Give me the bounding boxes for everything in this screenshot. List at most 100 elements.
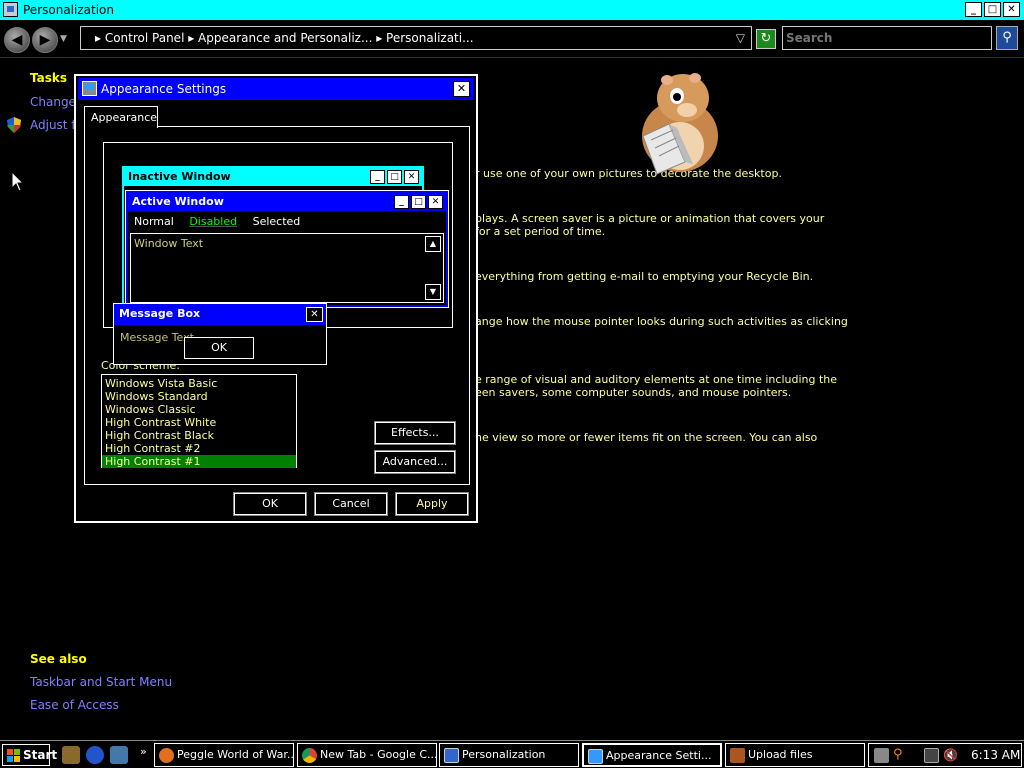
cancel-button[interactable]: Cancel bbox=[314, 492, 388, 516]
scheme-option-windows-standard[interactable]: Windows Standard bbox=[102, 390, 296, 403]
taskbar-item-chrome[interactable]: New Tab - Google C... bbox=[297, 743, 437, 767]
message-box-title: Message Box bbox=[119, 307, 201, 320]
start-label: Start bbox=[23, 748, 58, 762]
quick-launch-app-icon[interactable] bbox=[62, 746, 80, 764]
sounds-description: everything from getting e-mail to emptyi… bbox=[475, 270, 814, 283]
message-box-title-bar: Message Box bbox=[114, 304, 326, 325]
effects-button[interactable]: Effects... bbox=[374, 421, 456, 445]
window-title: Personalization bbox=[23, 3, 114, 17]
search-tray-icon[interactable]: ⚲ bbox=[893, 748, 908, 763]
personalization-icon bbox=[3, 2, 18, 17]
shield-icon bbox=[7, 117, 21, 133]
forward-arrow-icon: ▶ bbox=[39, 32, 51, 48]
recent-pages-dropdown[interactable]: ▼ bbox=[60, 34, 67, 44]
maximize-button[interactable]: □ bbox=[984, 2, 1001, 17]
screen-saver-description-2: for a set period of time. bbox=[475, 225, 606, 238]
scheme-option-high-contrast-2[interactable]: High Contrast #2 bbox=[102, 442, 296, 455]
theme-description: e range of visual and auditory elements … bbox=[475, 373, 838, 386]
menu-disabled: Disabled bbox=[189, 215, 238, 228]
taskbar: Start » Peggle World of War... New Tab -… bbox=[0, 740, 1024, 768]
search-input[interactable] bbox=[782, 26, 992, 50]
see-also-heading: See also bbox=[30, 652, 87, 666]
ease-of-access-link[interactable]: Ease of Access bbox=[30, 698, 119, 712]
scroll-up-icon: ▲ bbox=[425, 236, 441, 252]
inactive-window-title-bar: Inactive Window _ □ ✕ bbox=[124, 168, 422, 186]
maximize-icon: □ bbox=[411, 195, 426, 209]
refresh-button[interactable]: ↻ bbox=[756, 29, 776, 49]
window-title-bar: Personalization _ □ ✕ bbox=[0, 0, 1024, 20]
advanced-button[interactable]: Advanced... bbox=[374, 450, 456, 474]
dialog-close-button[interactable]: ✕ bbox=[453, 81, 470, 97]
minimize-button[interactable]: _ bbox=[965, 2, 982, 17]
close-icon: ✕ bbox=[404, 170, 419, 184]
scheme-option-windows-vista-basic[interactable]: Windows Vista Basic bbox=[102, 377, 296, 390]
system-tray: ⚲ 🔇 6:13 AM bbox=[868, 743, 1022, 767]
preview-menu-bar: Normal Disabled Selected bbox=[134, 215, 312, 228]
scheme-option-high-contrast-1[interactable]: High Contrast #1 bbox=[102, 455, 296, 468]
back-button[interactable]: ◀ bbox=[4, 27, 30, 53]
scheme-preview: Inactive Window _ □ ✕ Active Window _ □ … bbox=[103, 142, 453, 328]
clock[interactable]: 6:13 AM bbox=[971, 748, 1020, 762]
mouse-pointers-description: ange how the mouse pointer looks during … bbox=[475, 315, 848, 328]
personalization-icon bbox=[444, 748, 459, 763]
quick-launch-more-button[interactable]: » bbox=[140, 745, 147, 758]
theme-description-2: een savers, some computer sounds, and mo… bbox=[475, 386, 792, 399]
apply-button[interactable]: Apply bbox=[395, 492, 469, 516]
display-icon bbox=[82, 81, 97, 96]
taskbar-item-label: Appearance Setti... bbox=[606, 749, 712, 762]
screen-saver-description: plays. A screen saver is a picture or an… bbox=[475, 212, 825, 225]
minimize-icon: _ bbox=[394, 195, 409, 209]
taskbar-start-menu-link[interactable]: Taskbar and Start Menu bbox=[30, 675, 172, 689]
hamster-reading-image bbox=[642, 73, 718, 175]
taskbar-item-label: Upload files bbox=[748, 748, 813, 761]
taskbar-item-label: New Tab - Google C... bbox=[320, 748, 437, 761]
address-toolbar: ◀ ▶ ▼ ▸ Control Panel ▸ Appearance and P… bbox=[0, 20, 1024, 58]
inactive-window-title: Inactive Window bbox=[128, 170, 231, 183]
message-box-ok-button: OK bbox=[184, 337, 254, 359]
close-button[interactable]: ✕ bbox=[1003, 2, 1020, 17]
volume-muted-icon[interactable]: 🔇 bbox=[943, 748, 958, 763]
display-icon bbox=[588, 749, 603, 764]
network-app-icon[interactable] bbox=[874, 748, 889, 763]
upload-icon bbox=[730, 748, 745, 763]
start-button[interactable]: Start bbox=[2, 744, 57, 766]
taskbar-item-personalization[interactable]: Personalization bbox=[439, 743, 579, 767]
taskbar-item-peggle[interactable]: Peggle World of War... bbox=[154, 743, 294, 767]
windows-logo-icon bbox=[7, 749, 20, 762]
dialog-title: Appearance Settings bbox=[101, 82, 227, 96]
chrome-icon bbox=[302, 748, 317, 763]
back-arrow-icon: ◀ bbox=[11, 32, 23, 48]
scheme-option-windows-classic[interactable]: Windows Classic bbox=[102, 403, 296, 416]
scroll-down-icon: ▼ bbox=[425, 284, 441, 300]
search-icon: ⚲ bbox=[1002, 30, 1012, 45]
mouse-cursor-icon bbox=[12, 172, 24, 192]
scheme-option-high-contrast-black[interactable]: High Contrast Black bbox=[102, 429, 296, 442]
breadcrumb[interactable]: ▸ Control Panel ▸ Appearance and Persona… bbox=[80, 26, 752, 50]
internet-explorer-icon[interactable] bbox=[86, 746, 104, 764]
scheme-option-high-contrast-white[interactable]: High Contrast White bbox=[102, 416, 296, 429]
close-icon: ✕ bbox=[306, 307, 323, 322]
network-disconnected-icon[interactable] bbox=[924, 748, 939, 763]
menu-selected: Selected bbox=[252, 215, 301, 228]
close-icon: ✕ bbox=[428, 195, 443, 209]
taskbar-item-upload-files[interactable]: Upload files bbox=[725, 743, 865, 767]
tab-appearance[interactable]: Appearance bbox=[84, 106, 158, 128]
minimize-icon: _ bbox=[370, 170, 385, 184]
display-settings-description: he view so more or fewer items fit on th… bbox=[475, 431, 818, 444]
chevron-down-icon[interactable]: ▽ bbox=[736, 31, 745, 45]
search-button[interactable]: ⚲ bbox=[996, 26, 1018, 50]
taskbar-item-appearance-settings[interactable]: Appearance Setti... bbox=[582, 743, 722, 767]
breadcrumb-path[interactable]: ▸ Control Panel ▸ Appearance and Persona… bbox=[95, 31, 474, 45]
refresh-icon: ↻ bbox=[760, 31, 772, 46]
active-window-title: Active Window bbox=[132, 195, 224, 208]
active-window-preview: Active Window _ □ ✕ Normal Disabled Sele… bbox=[125, 190, 449, 308]
ok-button[interactable]: OK bbox=[233, 492, 307, 516]
taskbar-item-label: Personalization bbox=[462, 748, 546, 761]
window-text-area: Window Text ▲ ▼ bbox=[130, 233, 444, 303]
message-text: Message Text bbox=[120, 331, 194, 344]
show-desktop-icon[interactable] bbox=[110, 746, 128, 764]
color-scheme-list[interactable]: Windows Vista Basic Windows Standard Win… bbox=[101, 374, 297, 468]
menu-normal: Normal bbox=[134, 215, 174, 228]
active-window-title-bar: Active Window _ □ ✕ bbox=[128, 193, 446, 211]
forward-button[interactable]: ▶ bbox=[32, 27, 58, 53]
